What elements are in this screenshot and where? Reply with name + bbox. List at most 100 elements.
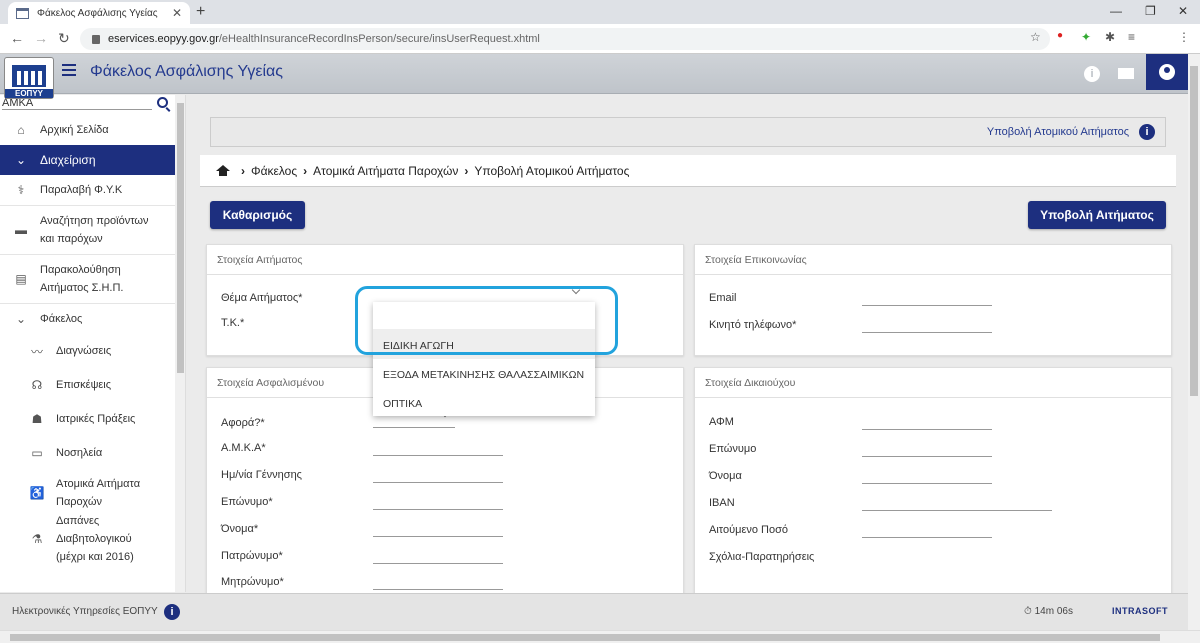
tab-close-icon[interactable]: ✕	[172, 6, 182, 20]
breadcrumb-item[interactable]: Φάκελος	[251, 164, 297, 178]
scroll-thumb[interactable]	[10, 634, 1160, 641]
user-account-button[interactable]	[1146, 54, 1188, 90]
requested-amount-label: Αιτούμενο Ποσό	[709, 524, 788, 536]
mothername-field[interactable]	[373, 589, 503, 590]
wheelchair-icon: ♿	[29, 486, 45, 500]
sidebar-item-folder[interactable]: ⌄ Φάκελος	[0, 304, 175, 334]
adblock-icon[interactable]: ●	[1057, 30, 1063, 41]
header-info-icon[interactable]: i	[1084, 66, 1100, 82]
reload-icon[interactable]: ↻	[58, 30, 70, 47]
diabetes-icon: ⚗	[31, 532, 43, 546]
intrasoft-logo: INTRASOFT	[1112, 606, 1168, 616]
birthdate-field[interactable]	[373, 482, 503, 483]
new-tab-icon[interactable]: +	[196, 3, 205, 21]
page-horizontal-scrollbar[interactable]	[0, 630, 1200, 643]
hamburger-menu-icon[interactable]	[62, 64, 76, 76]
page-title: Υποβολή Ατομικού Αιτήματος	[986, 126, 1129, 138]
url-path: /eHealthInsuranceRecordInsPerson/secure/…	[218, 33, 540, 45]
concerns-label: Αφορά?*	[221, 417, 265, 429]
footer: Ηλεκτρονικές Υπηρεσίες ΕΟΠΥΥ i ⏱ 14m 06s…	[0, 593, 1188, 630]
dropdown-option[interactable]: ΟΠΤΙΚΑ	[373, 388, 595, 417]
browser-menu-icon[interactable]: ⋮	[1178, 30, 1190, 44]
eopyy-logo[interactable]: ΕΟΠΥΥ	[4, 57, 54, 99]
breadcrumb-item[interactable]: Ατομικά Αιτήματα Παροχών	[313, 164, 458, 178]
afm-field[interactable]	[862, 429, 992, 430]
forward-icon[interactable]: →	[34, 30, 48, 46]
search-icon[interactable]	[157, 97, 168, 108]
comments-label: Σχόλια-Παρατηρήσεις	[709, 551, 815, 563]
mail-icon[interactable]	[1118, 68, 1134, 79]
iban-label: IBAN	[709, 497, 735, 509]
fathername-field[interactable]	[373, 563, 503, 564]
back-icon[interactable]: ←	[10, 30, 24, 46]
email-field[interactable]	[862, 305, 992, 306]
sidebar-scroll-thumb[interactable]	[177, 103, 184, 373]
surname-field[interactable]	[373, 509, 503, 510]
sidebar-item-medical-acts[interactable]: ☗ Ιατρικές Πράξεις	[0, 402, 175, 436]
sidebar-item-diabetes-expenses[interactable]: ⚗ Δαπάνες Διαβητολογικού (μέχρι και 2016)	[0, 515, 175, 563]
sidebar-item-home[interactable]: ⌂ Αρχική Σελίδα	[0, 115, 175, 145]
home-icon[interactable]	[216, 165, 230, 176]
minimize-icon[interactable]: —	[1110, 4, 1122, 18]
sidebar-item-individual-requests[interactable]: ♿ Ατομικά Αιτήματα Παροχών	[0, 470, 175, 516]
page-vertical-scrollbar[interactable]	[1188, 54, 1200, 630]
document-icon: ▤	[15, 272, 27, 286]
fathername-label: Πατρώνυμο*	[221, 550, 283, 562]
chevron-down-icon: ⌄	[15, 153, 27, 167]
sidebar-item-label: Ατομικά Αιτήματα	[56, 478, 141, 490]
submit-request-button[interactable]: Υποβολή Αιτήματος	[1028, 201, 1166, 229]
stethoscope-icon: ☊	[31, 378, 43, 392]
window-close-icon[interactable]: ✕	[1178, 4, 1188, 18]
sidebar-item-label-line2: Αιτήματος Σ.Η.Π.	[40, 282, 124, 294]
sidebar-item-hospitalization[interactable]: ▭ Νοσηλεία	[0, 436, 175, 470]
name-field[interactable]	[373, 536, 503, 537]
lock-icon	[92, 34, 100, 44]
sidebar-item-diagnoses[interactable]: 〰 Διαγνώσεις	[0, 334, 175, 368]
restore-icon[interactable]: ❐	[1145, 4, 1156, 18]
subject-label: Θέμα Αιτήματος*	[221, 292, 303, 304]
bookmark-star-icon[interactable]: ☆	[1030, 30, 1041, 44]
iban-field[interactable]	[862, 510, 1052, 511]
chevron-right-icon: ›	[241, 163, 245, 178]
beneficiary-surname-label: Επώνυμο	[709, 443, 757, 455]
dropdown-option[interactable]: ΕΞΟΔΑ ΜΕΤΑΚΙΝΗΣΗΣ ΘΑΛΑΣΣΑΙΜΙΚΩΝ	[373, 359, 595, 388]
beneficiary-name-field[interactable]	[862, 483, 992, 484]
sidebar-item-visits[interactable]: ☊ Επισκέψεις	[0, 368, 175, 402]
highlight-annotation	[355, 286, 618, 355]
sidebar-item-search-products[interactable]: ▬ Αναζήτηση προϊόντων και παρόχων	[0, 206, 175, 254]
panel-title: Στοιχεία Αιτήματος	[207, 245, 683, 275]
pill-icon: ⚕	[17, 183, 25, 197]
name-label: Όνομα*	[221, 523, 259, 535]
beneficiary-surname-field[interactable]	[862, 456, 992, 457]
breadcrumb-item: Υποβολή Ατομικού Αιτήματος	[474, 163, 630, 178]
chevron-right-icon: ›	[303, 163, 308, 178]
puzzle-icon[interactable]: ✱	[1105, 30, 1115, 44]
address-bar[interactable]: eservices.eopyy.gov.gr /eHealthInsurance…	[80, 28, 1050, 50]
temple-logo-icon	[12, 65, 46, 87]
sidebar-item-label: Διαγνώσεις	[56, 345, 112, 357]
sidebar-scrollbar[interactable]	[175, 95, 185, 592]
heartbeat-icon: 〰	[30, 344, 43, 359]
amka-field[interactable]	[373, 455, 503, 456]
sidebar-item-management[interactable]: ⌄ Διαχείριση	[0, 145, 175, 175]
sidebar-item-label-line2: (μέχρι και 2016)	[56, 551, 134, 563]
mobile-label: Κινητό τηλέφωνο*	[709, 319, 797, 331]
requested-amount-field[interactable]	[862, 537, 992, 538]
sidebar-item-label: Παρακολούθηση	[40, 264, 121, 276]
extension-icon[interactable]: ✦	[1081, 30, 1091, 44]
page-info-icon[interactable]: i	[1139, 124, 1155, 140]
footer-info-icon[interactable]: i	[164, 604, 180, 620]
sidebar-item-shp-tracking[interactable]: ▤ Παρακολούθηση Αιτήματος Σ.Η.Π.	[0, 255, 175, 303]
beneficiary-name-label: Όνομα	[709, 470, 742, 482]
reading-list-icon[interactable]: ≡	[1128, 30, 1135, 44]
sidebar-item-fyk-receipt[interactable]: ⚕ Παραλαβή Φ.Υ.Κ	[0, 175, 175, 205]
mobile-field[interactable]	[862, 332, 992, 333]
email-label: Email	[709, 292, 737, 304]
user-icon	[1159, 64, 1175, 80]
concerns-select[interactable]	[373, 427, 455, 428]
browser-tab[interactable]: Φάκελος Ασφάλισης Υγείας ✕	[8, 2, 190, 24]
scroll-thumb[interactable]	[1190, 66, 1198, 396]
clear-button[interactable]: Καθαρισμός	[210, 201, 305, 229]
session-timer: ⏱ 14m 06s	[1024, 606, 1073, 617]
sidebar-item-label: Ιατρικές Πράξεις	[56, 413, 136, 425]
